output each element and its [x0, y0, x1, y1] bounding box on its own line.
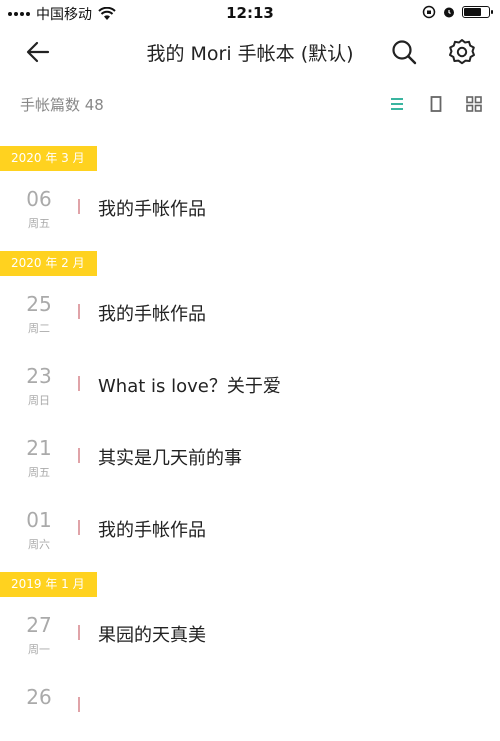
single-view-icon[interactable] — [425, 93, 447, 115]
status-bar: 中国移动 12:13 — [0, 0, 500, 26]
entry-weekday: 周六 — [28, 538, 50, 551]
status-right — [422, 5, 493, 19]
entry-divider — [78, 199, 80, 214]
month-tag: 2019 年 1 月 — [0, 572, 97, 597]
month-header: 2020 年 3 月 — [0, 146, 500, 171]
entry-title: 果园的天真美 — [98, 625, 206, 646]
entry-title: 我的手帐作品 — [98, 304, 206, 325]
entry-title: 我的手帐作品 — [98, 199, 206, 220]
entry-title: What is love？关于爱 — [98, 376, 281, 397]
list-item[interactable]: 23 周日 What is love？关于爱 — [0, 348, 500, 420]
list-item[interactable]: 27 周一 果园的天真美 — [0, 597, 500, 669]
page-title: 我的 Mori 手帐本 (默认) — [146, 43, 354, 65]
battery-icon — [462, 6, 493, 18]
entry-day: 06 — [26, 187, 52, 211]
entry-divider — [78, 304, 80, 319]
orientation-lock-icon — [422, 5, 436, 19]
entry-day: 27 — [26, 613, 52, 637]
entry-weekday: 周二 — [28, 322, 50, 335]
entry-title: 我的手帐作品 — [98, 520, 206, 541]
month-header: 2019 年 1 月 — [0, 572, 500, 597]
gear-icon[interactable] — [446, 36, 478, 68]
list-item[interactable]: 21 周五 其实是几天前的事 — [0, 420, 500, 492]
list-item[interactable]: 01 周六 我的手帐作品 — [0, 492, 500, 564]
entry-weekday: 周一 — [28, 643, 50, 656]
month-tag: 2020 年 3 月 — [0, 146, 97, 171]
alarm-icon — [444, 7, 454, 18]
list-item[interactable]: 06 周五 我的手帐作品 — [0, 171, 500, 243]
entry-divider — [78, 697, 80, 712]
month-tag: 2020 年 2 月 — [0, 251, 97, 276]
journal-list: 2020 年 3 月 06 周五 我的手帐作品 2020 年 2 月 25 周二… — [0, 146, 500, 741]
journal-count: 手帐篇数 48 — [20, 96, 104, 114]
battery-fill — [464, 8, 481, 16]
entry-weekday: 周五 — [28, 217, 50, 230]
entry-divider — [78, 448, 80, 463]
list-item[interactable]: 25 周二 我的手帐作品 — [0, 276, 500, 348]
toolbar: 手帐篇数 48 — [0, 88, 500, 120]
grid-view-icon[interactable] — [463, 93, 485, 115]
entry-divider — [78, 520, 80, 535]
search-icon[interactable] — [388, 36, 420, 68]
entry-day: 01 — [26, 508, 52, 532]
list-item[interactable]: 26 — [0, 669, 500, 741]
entry-title: 其实是几天前的事 — [98, 448, 242, 469]
entry-day: 21 — [26, 436, 52, 460]
nav-bar: 我的 Mori 手帐本 (默认) — [0, 28, 500, 74]
list-view-icon[interactable] — [386, 93, 408, 115]
month-header: 2020 年 2 月 — [0, 251, 500, 276]
entry-day: 26 — [26, 685, 52, 709]
entry-weekday: 周日 — [28, 394, 50, 407]
entry-divider — [78, 625, 80, 640]
back-arrow-icon[interactable] — [22, 36, 54, 68]
entry-day: 25 — [26, 292, 52, 316]
entry-weekday: 周五 — [28, 466, 50, 479]
entry-divider — [78, 376, 80, 391]
entry-day: 23 — [26, 364, 52, 388]
